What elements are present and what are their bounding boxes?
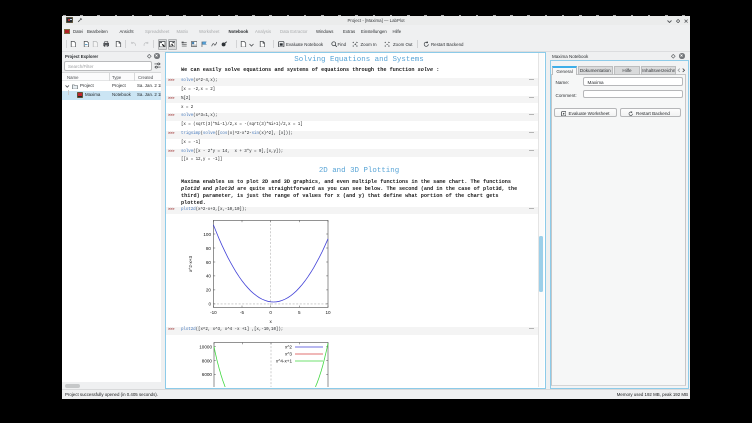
svg-text:8000: 8000: [201, 358, 212, 363]
svg-text:x^3: x^3: [284, 351, 291, 356]
svg-text:20: 20: [205, 287, 211, 292]
svg-text:10: 10: [325, 310, 331, 315]
svg-text:x^4-x+1: x^4-x+1: [275, 358, 292, 363]
svg-text:x: x: [269, 319, 272, 324]
svg-text:6000: 6000: [201, 372, 212, 377]
svg-text:0: 0: [208, 301, 211, 306]
svg-text:100: 100: [203, 231, 211, 236]
svg-text:x^2: x^2: [284, 344, 291, 349]
svg-text:80: 80: [205, 245, 211, 250]
svg-text:-10: -10: [210, 310, 217, 315]
svg-text:40: 40: [205, 273, 211, 278]
svg-text:5: 5: [298, 310, 301, 315]
svg-text:60: 60: [205, 259, 211, 264]
svg-text:-5: -5: [239, 310, 244, 315]
svg-text:10000: 10000: [199, 344, 212, 349]
svg-text:0: 0: [269, 310, 272, 315]
svg-text:x^2-x+3: x^2-x+3: [188, 255, 193, 272]
